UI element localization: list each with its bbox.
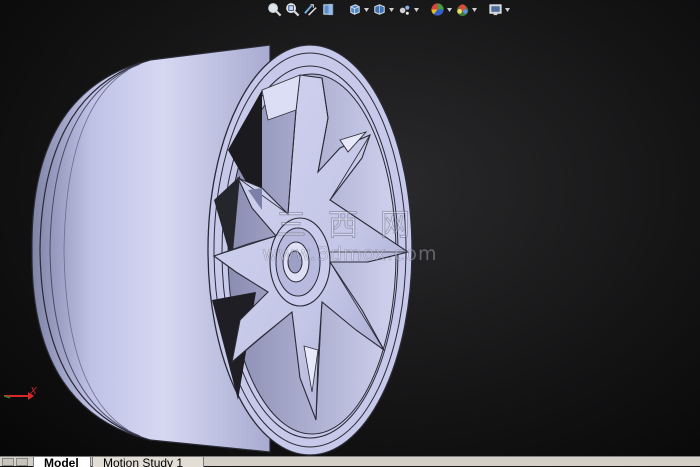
hide-show-items-icon[interactable] [396,2,412,18]
apply-scene-icon[interactable] [454,2,470,18]
previous-view-icon[interactable] [302,2,318,18]
watermark-logo-cn: 三西网 [276,208,432,244]
apply-scene-dropdown-icon[interactable] [472,2,477,18]
view-orientation-icon[interactable] [346,2,362,18]
graphics-viewport[interactable]: 三西网 www.3dmox.com X [0,0,700,456]
view-settings-icon[interactable] [487,2,503,18]
edit-appearance-icon[interactable] [429,2,445,18]
tab-motion-study-label: Motion Study 1 [103,456,184,467]
hide-show-dropdown-icon[interactable] [414,2,419,18]
display-style-dropdown-icon[interactable] [389,2,394,18]
tab-motion-study-1[interactable]: Motion Study 1 [92,456,204,467]
zoom-to-fit-icon[interactable] [266,2,282,18]
triad-x-axis-label: X [30,386,37,397]
watermark-logo-url: www.3dmox.com [262,243,438,266]
view-settings-dropdown-icon[interactable] [505,2,510,18]
edit-appearance-dropdown-icon[interactable] [447,2,452,18]
tab-model[interactable]: Model [33,456,91,467]
section-view-icon[interactable] [320,2,336,18]
heads-up-view-toolbar [266,0,510,19]
view-orientation-dropdown-icon[interactable] [364,2,369,18]
display-style-icon[interactable] [371,2,387,18]
zoom-to-area-icon[interactable] [284,2,300,18]
tab-model-label: Model [44,456,79,467]
